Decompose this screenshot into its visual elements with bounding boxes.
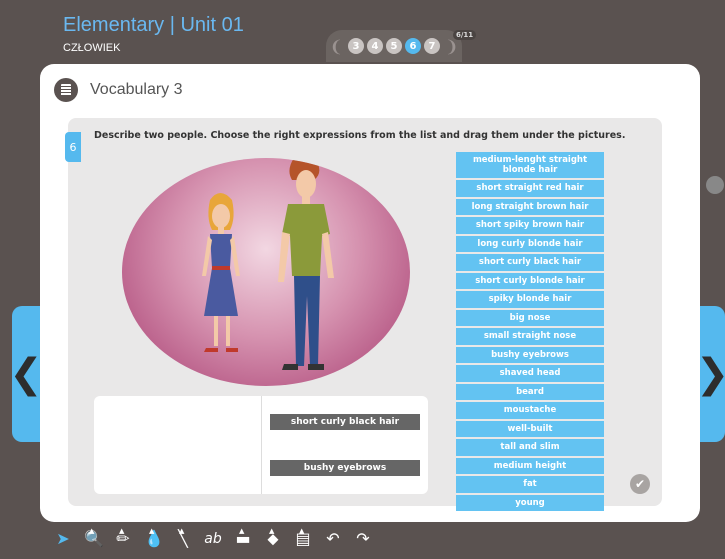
- page-dot[interactable]: 5: [386, 38, 402, 54]
- man-figure: [278, 158, 334, 370]
- page-dot[interactable]: 3: [348, 38, 364, 54]
- line-icon[interactable]: ▲ ╲: [174, 527, 192, 548]
- caret-up-icon: ▲: [239, 527, 245, 535]
- expression-item[interactable]: long curly blonde hair: [456, 235, 604, 252]
- redo-icon[interactable]: ↷: [354, 530, 372, 548]
- prev-page-button[interactable]: ❮: [9, 306, 43, 442]
- rectangle-icon[interactable]: ▲ ▬: [234, 527, 252, 548]
- expression-item[interactable]: shaved head: [456, 365, 604, 382]
- expression-item[interactable]: short curly black hair: [456, 254, 604, 271]
- page-dot-active[interactable]: 6: [405, 38, 421, 54]
- expression-item[interactable]: long straight brown hair: [456, 198, 604, 215]
- text-tool-icon[interactable]: ab: [204, 530, 222, 548]
- caret-up-icon: ▲: [149, 527, 155, 535]
- course-subtitle: CZŁOWIEK: [63, 42, 121, 54]
- expression-item[interactable]: big nose: [456, 309, 604, 326]
- course-title: Elementary | Unit 01: [63, 14, 244, 36]
- people-illustration-svg: [202, 158, 334, 370]
- expression-item[interactable]: beard: [456, 383, 604, 400]
- exercise-instruction: Describe two people. Choose the right ex…: [94, 130, 626, 141]
- next-page-button[interactable]: ❯: [696, 306, 725, 442]
- page-dot[interactable]: 4: [367, 38, 383, 54]
- pointer-icon[interactable]: ➤: [54, 530, 72, 548]
- expression-item[interactable]: short curly blonde hair: [456, 272, 604, 289]
- drop-divider: [261, 396, 262, 494]
- expression-item[interactable]: small straight nose: [456, 328, 604, 345]
- notes-icon[interactable]: ▲ ▤: [294, 527, 312, 548]
- pencil-icon[interactable]: ▲ ✏: [114, 527, 132, 548]
- expression-item[interactable]: young: [456, 494, 604, 511]
- page-navigator: ❨ 3 4 5 6 7 ❩: [326, 30, 462, 62]
- card-title: Vocabulary 3: [90, 81, 183, 98]
- expression-item[interactable]: moustache: [456, 402, 604, 419]
- caret-up-icon: ▲: [299, 527, 305, 535]
- expression-item[interactable]: medium height: [456, 457, 604, 474]
- woman-figure: [202, 193, 240, 352]
- page-dot[interactable]: 7: [424, 38, 440, 54]
- card-header: Vocabulary 3: [54, 78, 183, 102]
- dropped-expression[interactable]: short curly black hair: [270, 414, 420, 430]
- zoom-icon[interactable]: ▲ 🔍: [84, 527, 104, 548]
- eraser-icon[interactable]: ▲ ⬥: [264, 527, 282, 548]
- expression-list: medium-lenght straight blonde hair short…: [456, 152, 604, 511]
- caret-up-icon: ▲: [179, 527, 185, 535]
- document-icon: [54, 78, 78, 102]
- caret-up-icon: ▲: [89, 527, 95, 535]
- answer-drop-area[interactable]: short curly black hair bushy eyebrows: [94, 396, 428, 494]
- pager-prev-icon[interactable]: ❨: [330, 37, 343, 56]
- ink-drop-icon[interactable]: ▲ 💧: [144, 527, 164, 548]
- dropped-expression[interactable]: bushy eyebrows: [270, 460, 420, 476]
- print-icon[interactable]: [706, 176, 724, 194]
- expression-item[interactable]: spiky blonde hair: [456, 291, 604, 308]
- undo-icon[interactable]: ↶: [324, 530, 342, 548]
- lesson-card: Vocabulary 3 6 Describe two people. Choo…: [40, 64, 700, 522]
- people-illustration: [122, 158, 410, 386]
- caret-up-icon: ▲: [269, 527, 275, 535]
- expression-item[interactable]: tall and slim: [456, 439, 604, 456]
- expression-item[interactable]: well-built: [456, 420, 604, 437]
- exercise-panel: 6 Describe two people. Choose the right …: [65, 118, 662, 511]
- exercise-number: 6: [65, 132, 81, 162]
- page-count-badge: 6/11: [453, 30, 477, 40]
- check-answer-button[interactable]: ✔: [630, 474, 650, 494]
- expression-item[interactable]: short straight red hair: [456, 180, 604, 197]
- expression-item[interactable]: bushy eyebrows: [456, 346, 604, 363]
- caret-up-icon: ▲: [119, 527, 125, 535]
- drawing-toolbar: ➤ ▲ 🔍 ▲ ✏ ▲ 💧 ▲ ╲ ab ▲ ▬ ▲ ⬥ ▲ ▤ ↶ ↷: [54, 527, 372, 548]
- expression-item[interactable]: short spiky brown hair: [456, 217, 604, 234]
- expression-item[interactable]: medium-lenght straight blonde hair: [456, 152, 604, 178]
- expression-item[interactable]: fat: [456, 476, 604, 493]
